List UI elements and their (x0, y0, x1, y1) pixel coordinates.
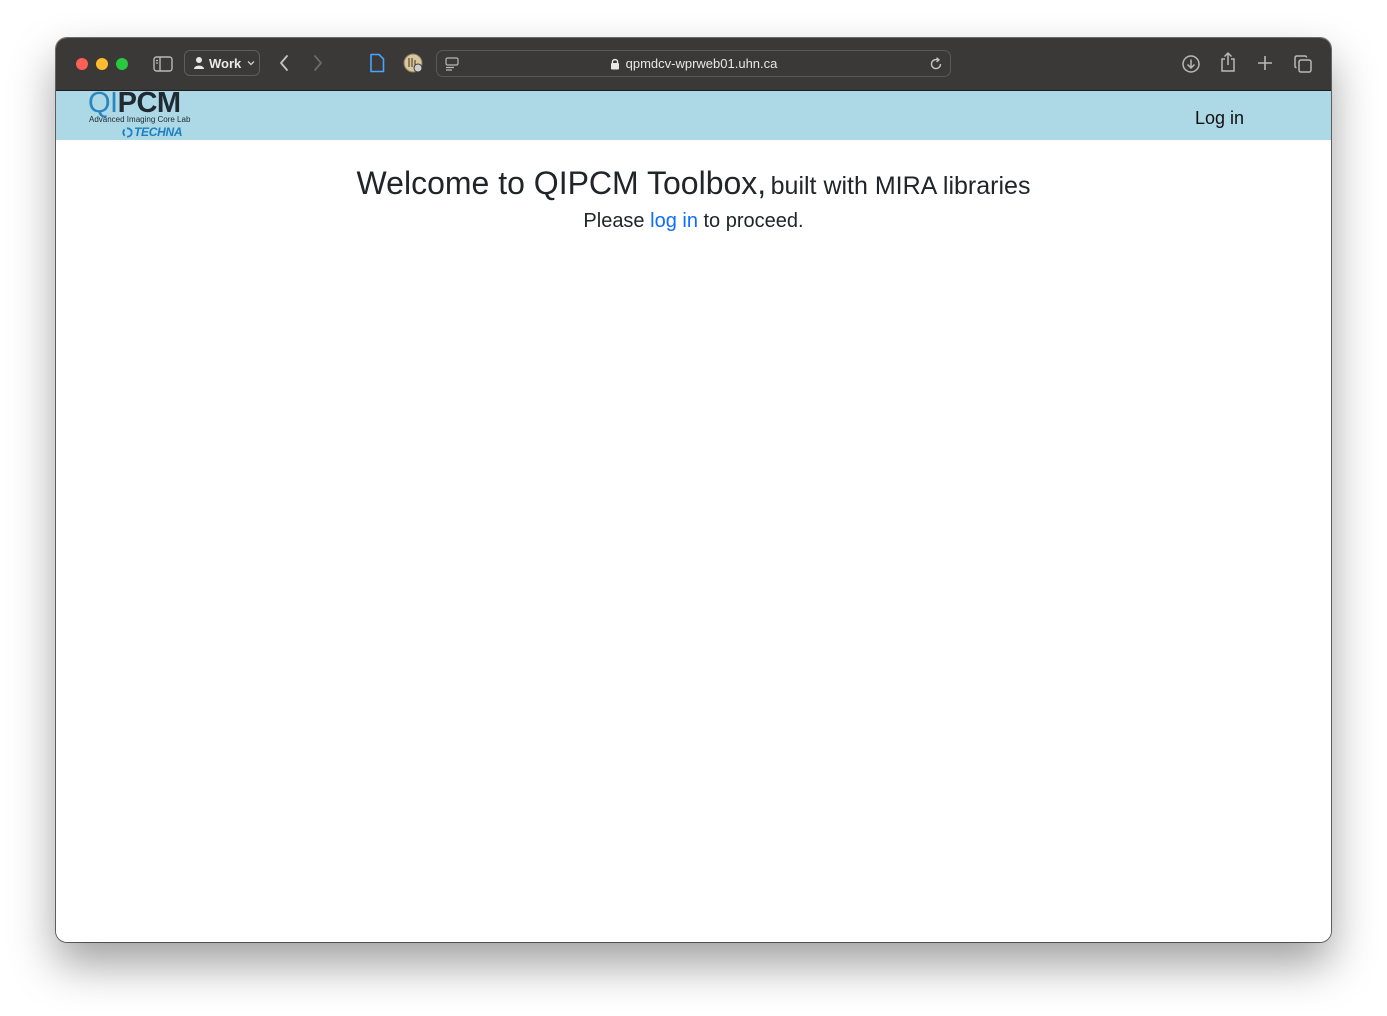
new-tab-icon[interactable] (1255, 53, 1275, 73)
person-icon (194, 57, 204, 69)
login-link[interactable]: log in (650, 210, 698, 232)
welcome-subtitle: built with MIRA libraries (770, 172, 1031, 200)
proceed-suffix: to proceed. (703, 210, 804, 232)
techna-swirl-icon (122, 126, 133, 138)
chevron-down-icon (247, 61, 255, 66)
share-icon[interactable] (1217, 50, 1239, 74)
extension-icon[interactable] (402, 52, 424, 74)
url-text: qpmdcv-wprweb01.uhn.ca (625, 56, 778, 71)
sidebar-toggle-icon[interactable] (152, 54, 174, 74)
back-icon[interactable] (276, 53, 292, 73)
proceed-prefix: Please (583, 210, 645, 232)
profile-label: Work (209, 55, 242, 71)
web-page: QIPCM Advanced Imaging Core Lab TECHNA L… (56, 89, 1331, 942)
proceed-message: Please log in to proceed. (56, 210, 1331, 233)
techna-logo: TECHNA (122, 125, 183, 139)
browser-window: Work qpmdcv-wprweb01.uhn.ca QIPCM Advanc… (56, 38, 1331, 942)
qipcm-logo[interactable]: QIPCM Advanced Imaging Core Lab TECHNA (88, 89, 194, 141)
minimize-window-button[interactable] (96, 58, 108, 70)
address-bar[interactable]: qpmdcv-wprweb01.uhn.ca (436, 50, 951, 77)
page-icon[interactable] (366, 52, 388, 74)
zoom-window-button[interactable] (116, 58, 128, 70)
download-icon[interactable] (1180, 53, 1202, 75)
forward-icon[interactable] (310, 53, 326, 73)
welcome-title: Welcome to QIPCM Toolbox, (356, 165, 767, 201)
logo-subtitle: Advanced Imaging Core Lab (89, 115, 191, 124)
techna-label: TECHNA (134, 125, 183, 139)
welcome-heading: Welcome to QIPCM Toolbox, built with MIR… (56, 165, 1331, 202)
site-navbar: QIPCM Advanced Imaging Core Lab TECHNA L… (56, 89, 1331, 141)
lock-icon (610, 58, 619, 69)
logo-wordmark: QIPCM (88, 87, 181, 119)
browser-toolbar: Work qpmdcv-wprweb01.uhn.ca (56, 38, 1331, 91)
url-display[interactable]: qpmdcv-wprweb01.uhn.ca (437, 51, 950, 76)
nav-login-link[interactable]: Log in (1195, 108, 1244, 129)
close-window-button[interactable] (76, 58, 88, 70)
profile-button[interactable]: Work (184, 50, 260, 76)
tab-overview-icon[interactable] (1292, 53, 1314, 75)
reload-icon[interactable] (928, 56, 944, 72)
